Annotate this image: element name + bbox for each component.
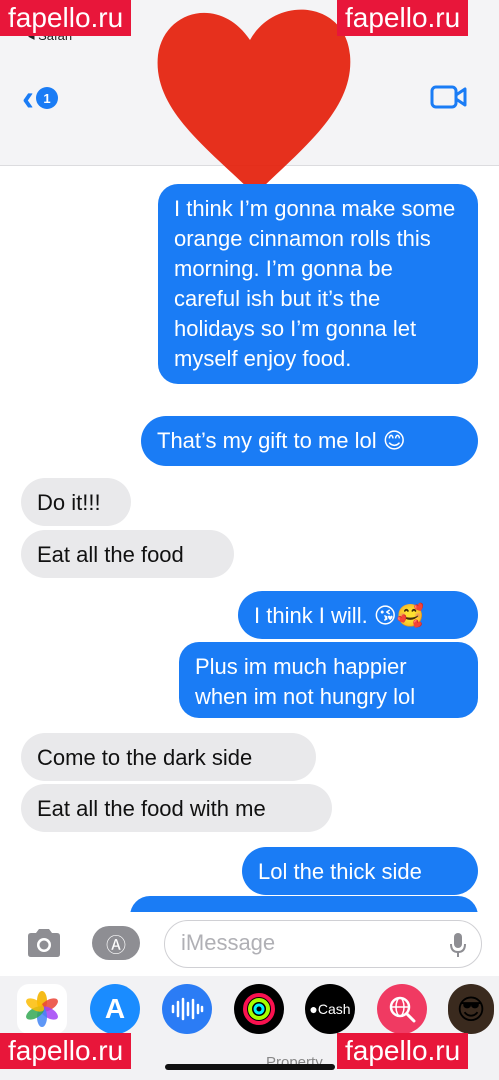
- chevron-left-icon: ‹: [22, 77, 34, 118]
- photos-app-button[interactable]: [17, 984, 67, 1034]
- fitness-app-button[interactable]: [234, 984, 284, 1034]
- app-store-app-button[interactable]: A: [90, 984, 140, 1034]
- memoji-app-button[interactable]: 😎: [448, 984, 494, 1034]
- imessage-input[interactable]: iMessage: [164, 920, 482, 968]
- microphone-icon[interactable]: [449, 931, 467, 959]
- app-store-icon: Ⓐ: [106, 934, 126, 957]
- photos-icon: [26, 991, 58, 1027]
- apple-cash-app-button[interactable]: ●Cash: [305, 984, 355, 1034]
- message-bubble-outgoing[interactable]: Lol the thick side: [242, 847, 478, 895]
- audio-message-app-button[interactable]: [162, 984, 212, 1034]
- app-store-drawer-button[interactable]: Ⓐ: [92, 926, 140, 960]
- message-bubble-outgoing[interactable]: I think I will. 😘🥰: [238, 591, 478, 639]
- activity-rings-icon: [243, 993, 275, 1025]
- watermark-top-left: fapello.ru: [0, 0, 132, 36]
- message-bubble-outgoing[interactable]: That’s my gift to me lol 😊: [141, 416, 478, 466]
- unread-badge: 1: [36, 87, 58, 109]
- message-bubble-outgoing[interactable]: Plus im much happier when im not hungry …: [179, 642, 478, 718]
- message-bubble-outgoing[interactable]: I think I’m gonna make some orange cinna…: [158, 184, 478, 384]
- waveform-icon: [171, 997, 204, 1021]
- app-store-tray-icon: A: [104, 993, 126, 1024]
- message-bubble-incoming[interactable]: Eat all the food with me: [21, 784, 332, 832]
- heart-drawing-overlay: [157, 9, 351, 195]
- camera-button[interactable]: [24, 926, 64, 965]
- message-bubble-incoming[interactable]: Eat all the food: [21, 530, 234, 578]
- watermark-bottom-right: fapello.ru: [337, 1033, 469, 1069]
- watermark-bottom-left: fapello.ru: [0, 1033, 132, 1069]
- camera-icon: [28, 929, 60, 957]
- message-bubble-incoming[interactable]: Come to the dark side: [21, 733, 316, 781]
- facetime-video-button[interactable]: [430, 84, 468, 115]
- message-composer: Ⓐ iMessage: [0, 912, 499, 976]
- apple-cash-label: Cash: [317, 1001, 351, 1017]
- message-bubble-incoming[interactable]: Do it!!!: [21, 478, 131, 526]
- watermark-top-right: fapello.ru: [337, 0, 469, 36]
- back-button[interactable]: ‹ 1: [22, 80, 58, 116]
- globe-search-icon: [389, 996, 416, 1023]
- image-search-app-button[interactable]: [377, 984, 427, 1034]
- home-indicator[interactable]: [165, 1064, 335, 1070]
- imessage-placeholder: iMessage: [181, 930, 276, 955]
- video-camera-icon: [430, 85, 467, 109]
- memoji-icon: 😎: [456, 993, 486, 1025]
- apple-cash-icon: ●Cash: [309, 1001, 351, 1017]
